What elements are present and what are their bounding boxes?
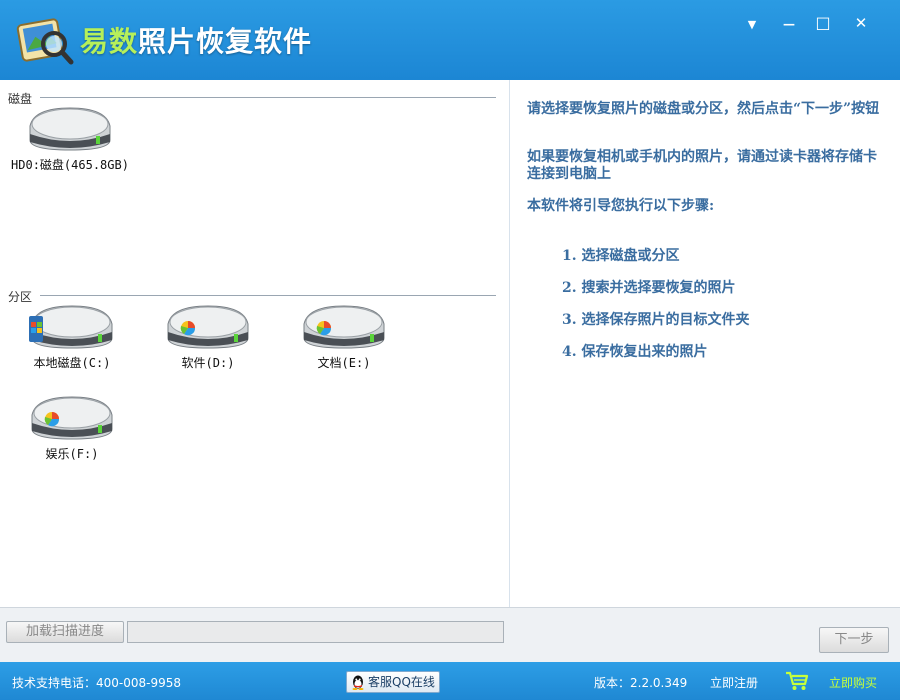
step-item: 1. 选择磁盘或分区 (562, 248, 680, 264)
step-item: 2. 搜索并选择要恢复的照片 (562, 280, 736, 296)
qq-penguin-icon (352, 675, 364, 690)
control-strip: 加载扫描进度 下一步 (0, 607, 900, 663)
register-link[interactable]: 立即注册 (710, 674, 758, 691)
app-title-part1: 易数 (80, 25, 139, 58)
partition-item-c[interactable]: 本地磁盘(C:) (12, 302, 132, 371)
title-bar: 易数照片恢复软件 ▼ — □ ✕ (0, 0, 900, 80)
app-title: 易数照片恢复软件 (80, 20, 312, 60)
instruction-card-reader: 如果要恢复相机或手机内的照片，请通过读卡器将存储卡连接到电脑上 (527, 149, 877, 182)
maximize-button[interactable]: □ (812, 12, 834, 34)
next-button[interactable]: 下一步 (819, 627, 889, 653)
partition-label-e: 文档(E:) (317, 356, 371, 370)
hard-disk-icon (29, 107, 111, 151)
disk-section-divider (40, 97, 496, 98)
progress-bar (127, 621, 504, 643)
app-title-part2: 照片恢复软件 (138, 25, 313, 58)
close-button[interactable]: ✕ (850, 12, 872, 34)
step-item: 4. 保存恢复出来的照片 (562, 344, 708, 360)
minimize-button[interactable]: — (778, 12, 800, 34)
partition-label-d: 软件(D:) (181, 356, 235, 370)
partition-item-e[interactable]: 文档(E:) (284, 302, 404, 371)
drive-icon (31, 396, 113, 440)
drive-icon (303, 305, 385, 349)
partition-label-c: 本地磁盘(C:) (33, 356, 111, 370)
instructions-pane: 请选择要恢复照片的磁盘或分区，然后点击“下一步”按钮 如果要恢复相机或手机内的照… (510, 80, 900, 607)
app-logo-icon (16, 18, 74, 65)
qq-support-button[interactable]: 客服QQ在线 (346, 671, 440, 693)
partition-label-f: 娱乐(F:) (45, 447, 99, 461)
windows-drive-icon (29, 305, 113, 349)
status-bar: 技术支持电话：400-008-9958 客服QQ在线 版本：2.2.0.349 … (0, 662, 900, 700)
disk-label: HD0:磁盘(465.8GB) (11, 158, 129, 172)
maximize-icon: □ (815, 13, 831, 32)
disk-item[interactable]: HD0:磁盘(465.8GB) (10, 104, 130, 173)
instruction-select-drive: 请选择要恢复照片的磁盘或分区，然后点击“下一步”按钮 (527, 101, 880, 117)
version-text: 版本：2.2.0.349 (594, 676, 688, 690)
partition-section-divider (40, 295, 496, 296)
close-icon: ✕ (854, 14, 868, 32)
load-scan-progress-button[interactable]: 加载扫描进度 (6, 621, 124, 643)
minimize-icon: — (783, 17, 795, 31)
buy-now-link[interactable]: 立即购买 (829, 674, 877, 691)
support-phone-text: 技术支持电话：400-008-9958 (12, 676, 182, 690)
step-item: 3. 选择保存照片的目标文件夹 (562, 312, 750, 328)
menu-dropdown-icon: ▼ (747, 18, 757, 31)
qq-support-label: 客服QQ在线 (368, 675, 435, 689)
shopping-cart-icon[interactable] (785, 670, 809, 692)
drive-icon (167, 305, 249, 349)
menu-dropdown-button[interactable]: ▼ (741, 12, 763, 34)
instruction-guide-intro: 本软件将引导您执行以下步骤: (527, 198, 715, 214)
drive-list-pane: 磁盘 HD0:磁盘(465.8GB) 分区 本地磁盘(C:) 软件(D:) 文档… (0, 80, 510, 607)
partition-item-d[interactable]: 软件(D:) (148, 302, 268, 371)
partition-item-f[interactable]: 娱乐(F:) (12, 393, 132, 462)
